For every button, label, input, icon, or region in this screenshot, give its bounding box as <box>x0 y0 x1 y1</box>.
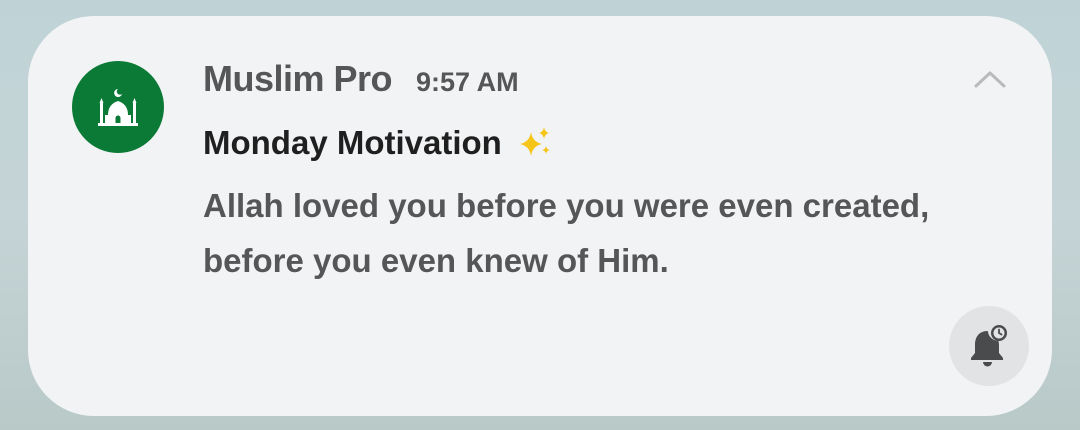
notification-body: Allah loved you before you were even cre… <box>203 178 1023 288</box>
notification-title: Monday Motivation <box>203 124 502 161</box>
notification-body-line: before you even knew of Him. <box>203 242 669 279</box>
app-icon <box>72 61 164 153</box>
notification-body-line: Allah loved you before you were even cre… <box>203 187 930 224</box>
notification-header: Muslim Pro 9:57 AM <box>203 58 519 102</box>
collapse-button[interactable] <box>972 66 1008 92</box>
notification-time: 9:57 AM <box>416 67 519 97</box>
mosque-icon <box>98 89 138 126</box>
sparkles-icon <box>516 124 554 162</box>
snooze-bell-icon <box>971 325 1007 367</box>
app-name: Muslim Pro <box>203 58 393 99</box>
snooze-button[interactable] <box>949 306 1029 386</box>
notification-title-row: Monday Motivation <box>203 124 554 162</box>
chevron-up-icon <box>974 71 1006 88</box>
